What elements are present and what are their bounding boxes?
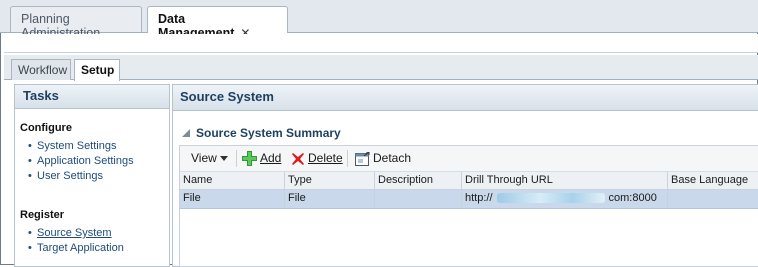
column-divider <box>374 172 375 208</box>
delete-x-icon <box>292 152 304 165</box>
tab-data-management[interactable]: Data Management ✕ <box>147 6 288 40</box>
view-label: View <box>191 151 217 165</box>
tasks-panel-title: Tasks <box>15 85 169 109</box>
add-plus-icon <box>242 151 257 167</box>
toolbar-strip <box>4 34 758 53</box>
nav-item-target-application[interactable]: • Target Application <box>28 242 124 254</box>
toolbar-separator <box>347 150 348 167</box>
bullet-icon: • <box>28 227 32 239</box>
add-label: Add <box>260 151 282 165</box>
cell-drill-through-url: http:// com:8000 <box>465 192 657 204</box>
column-header-type[interactable]: Type <box>288 174 312 186</box>
nav-item-system-settings[interactable]: • System Settings <box>28 140 116 152</box>
column-header-drill-through-url[interactable]: Drill Through URL <box>465 174 553 186</box>
source-system-summary-box: View Add Delete Detach Name Type Descrip… <box>179 145 758 267</box>
group-title-configure: Configure <box>20 122 72 134</box>
nav-item-source-system[interactable]: • Source System <box>28 227 112 239</box>
nav-item-application-settings[interactable]: • Application Settings <box>28 155 134 167</box>
delete-button[interactable]: Delete <box>291 151 343 166</box>
column-divider <box>667 172 668 208</box>
nav-item-user-settings[interactable]: • User Settings <box>28 170 103 182</box>
cell-name: File <box>183 192 201 204</box>
tasks-panel: Tasks Configure • System Settings • Applic… <box>14 84 170 267</box>
delete-label: Delete <box>308 151 343 165</box>
view-menu-button[interactable]: View <box>191 151 231 165</box>
source-system-panel: Source System Source System Summary View… <box>172 84 758 267</box>
action-toolbar: View Add Delete Detach <box>180 146 758 172</box>
summary-section-header[interactable]: Source System Summary <box>182 126 341 140</box>
page-title: Source System <box>173 85 758 111</box>
toolbar-separator <box>236 150 237 167</box>
chevron-down-icon <box>220 155 229 161</box>
url-suffix: com:8000 <box>608 192 657 204</box>
detach-window-icon <box>355 151 370 166</box>
tab-workflow[interactable]: Workflow <box>11 59 71 80</box>
url-prefix: http:// <box>465 192 493 204</box>
column-header-description[interactable]: Description <box>378 174 433 186</box>
summary-title: Source System Summary <box>196 126 341 140</box>
bullet-icon: • <box>28 170 32 182</box>
column-header-base-language[interactable]: Base Language <box>671 174 748 186</box>
collapse-triangle-icon[interactable] <box>182 129 190 137</box>
table-header: Name Type Description Drill Through URL … <box>180 172 758 190</box>
redacted-url-blur <box>496 193 605 204</box>
detach-button[interactable]: Detach <box>355 151 411 166</box>
column-divider <box>284 172 285 208</box>
bullet-icon: • <box>28 140 32 152</box>
group-title-register: Register <box>20 209 65 221</box>
bullet-icon: • <box>28 242 32 254</box>
add-button[interactable]: Add <box>242 151 282 167</box>
tab-planning-administration[interactable]: Planning Administration <box>10 6 142 40</box>
cell-type: File <box>288 192 306 204</box>
tab-label: Workflow <box>18 63 68 77</box>
bullet-icon: • <box>28 155 32 167</box>
column-divider <box>461 172 462 208</box>
tab-label: Setup <box>81 63 115 77</box>
tab-setup[interactable]: Setup <box>74 59 120 81</box>
detach-label: Detach <box>373 151 412 165</box>
table-row[interactable]: File File http:// com:8000 <box>180 190 758 209</box>
column-header-name[interactable]: Name <box>183 174 212 186</box>
